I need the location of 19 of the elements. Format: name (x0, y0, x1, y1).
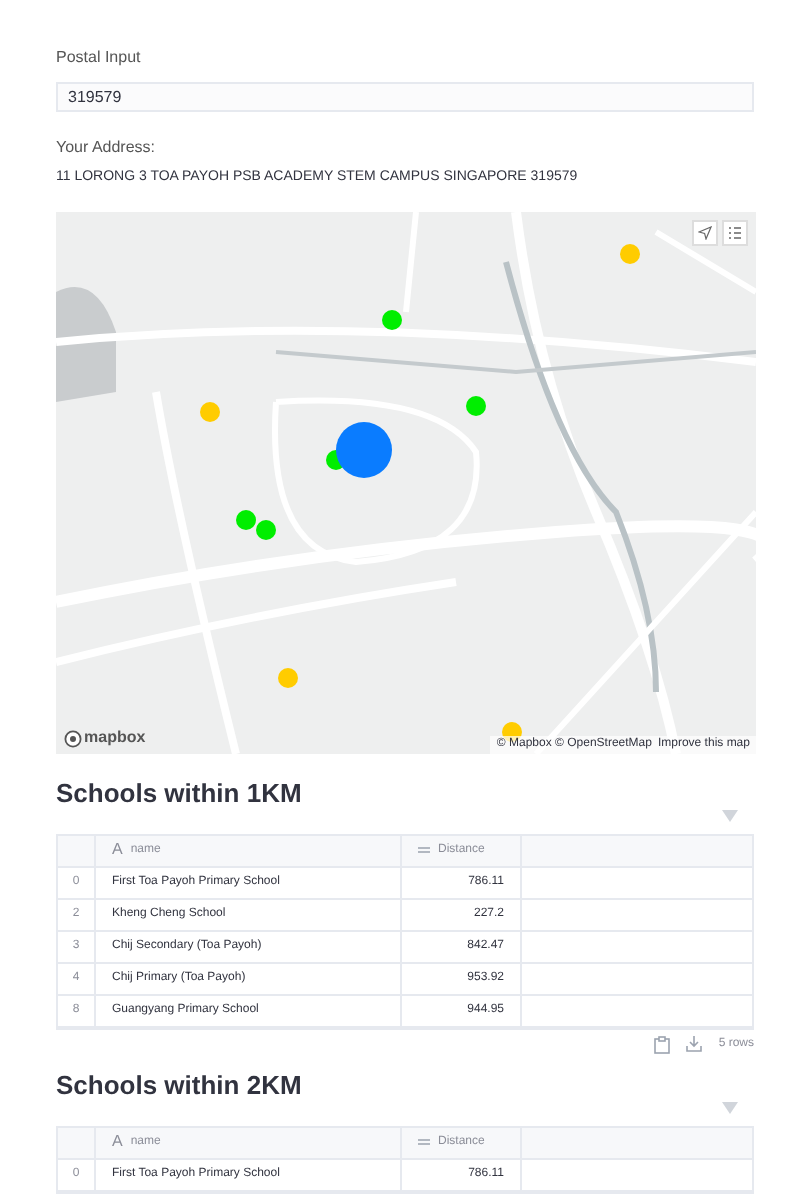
list-icon (728, 225, 742, 239)
field-label: Your Address: (56, 136, 158, 160)
section-heading: Schools within 2KM (56, 1069, 304, 1101)
number-type-icon (418, 1138, 430, 1146)
text-type-icon: A (112, 842, 123, 858)
field-label: Postal Input (56, 46, 143, 70)
text-type-icon: A (112, 1134, 123, 1150)
filter-icon[interactable] (722, 1101, 738, 1113)
mapbox-logo-icon (64, 729, 82, 747)
section-heading: Schools within 1KM (56, 777, 304, 809)
clipboard-icon[interactable] (654, 1035, 671, 1053)
select-tool-button[interactable] (692, 219, 718, 245)
filter-icon[interactable] (722, 809, 738, 821)
download-icon[interactable] (686, 1036, 703, 1052)
number-type-icon (418, 846, 430, 854)
cursor-icon (698, 225, 712, 239)
postal-input-field[interactable]: 319579 (56, 82, 754, 112)
mapbox-logo[interactable]: mapbox (84, 730, 146, 746)
legend-button[interactable] (722, 219, 748, 245)
